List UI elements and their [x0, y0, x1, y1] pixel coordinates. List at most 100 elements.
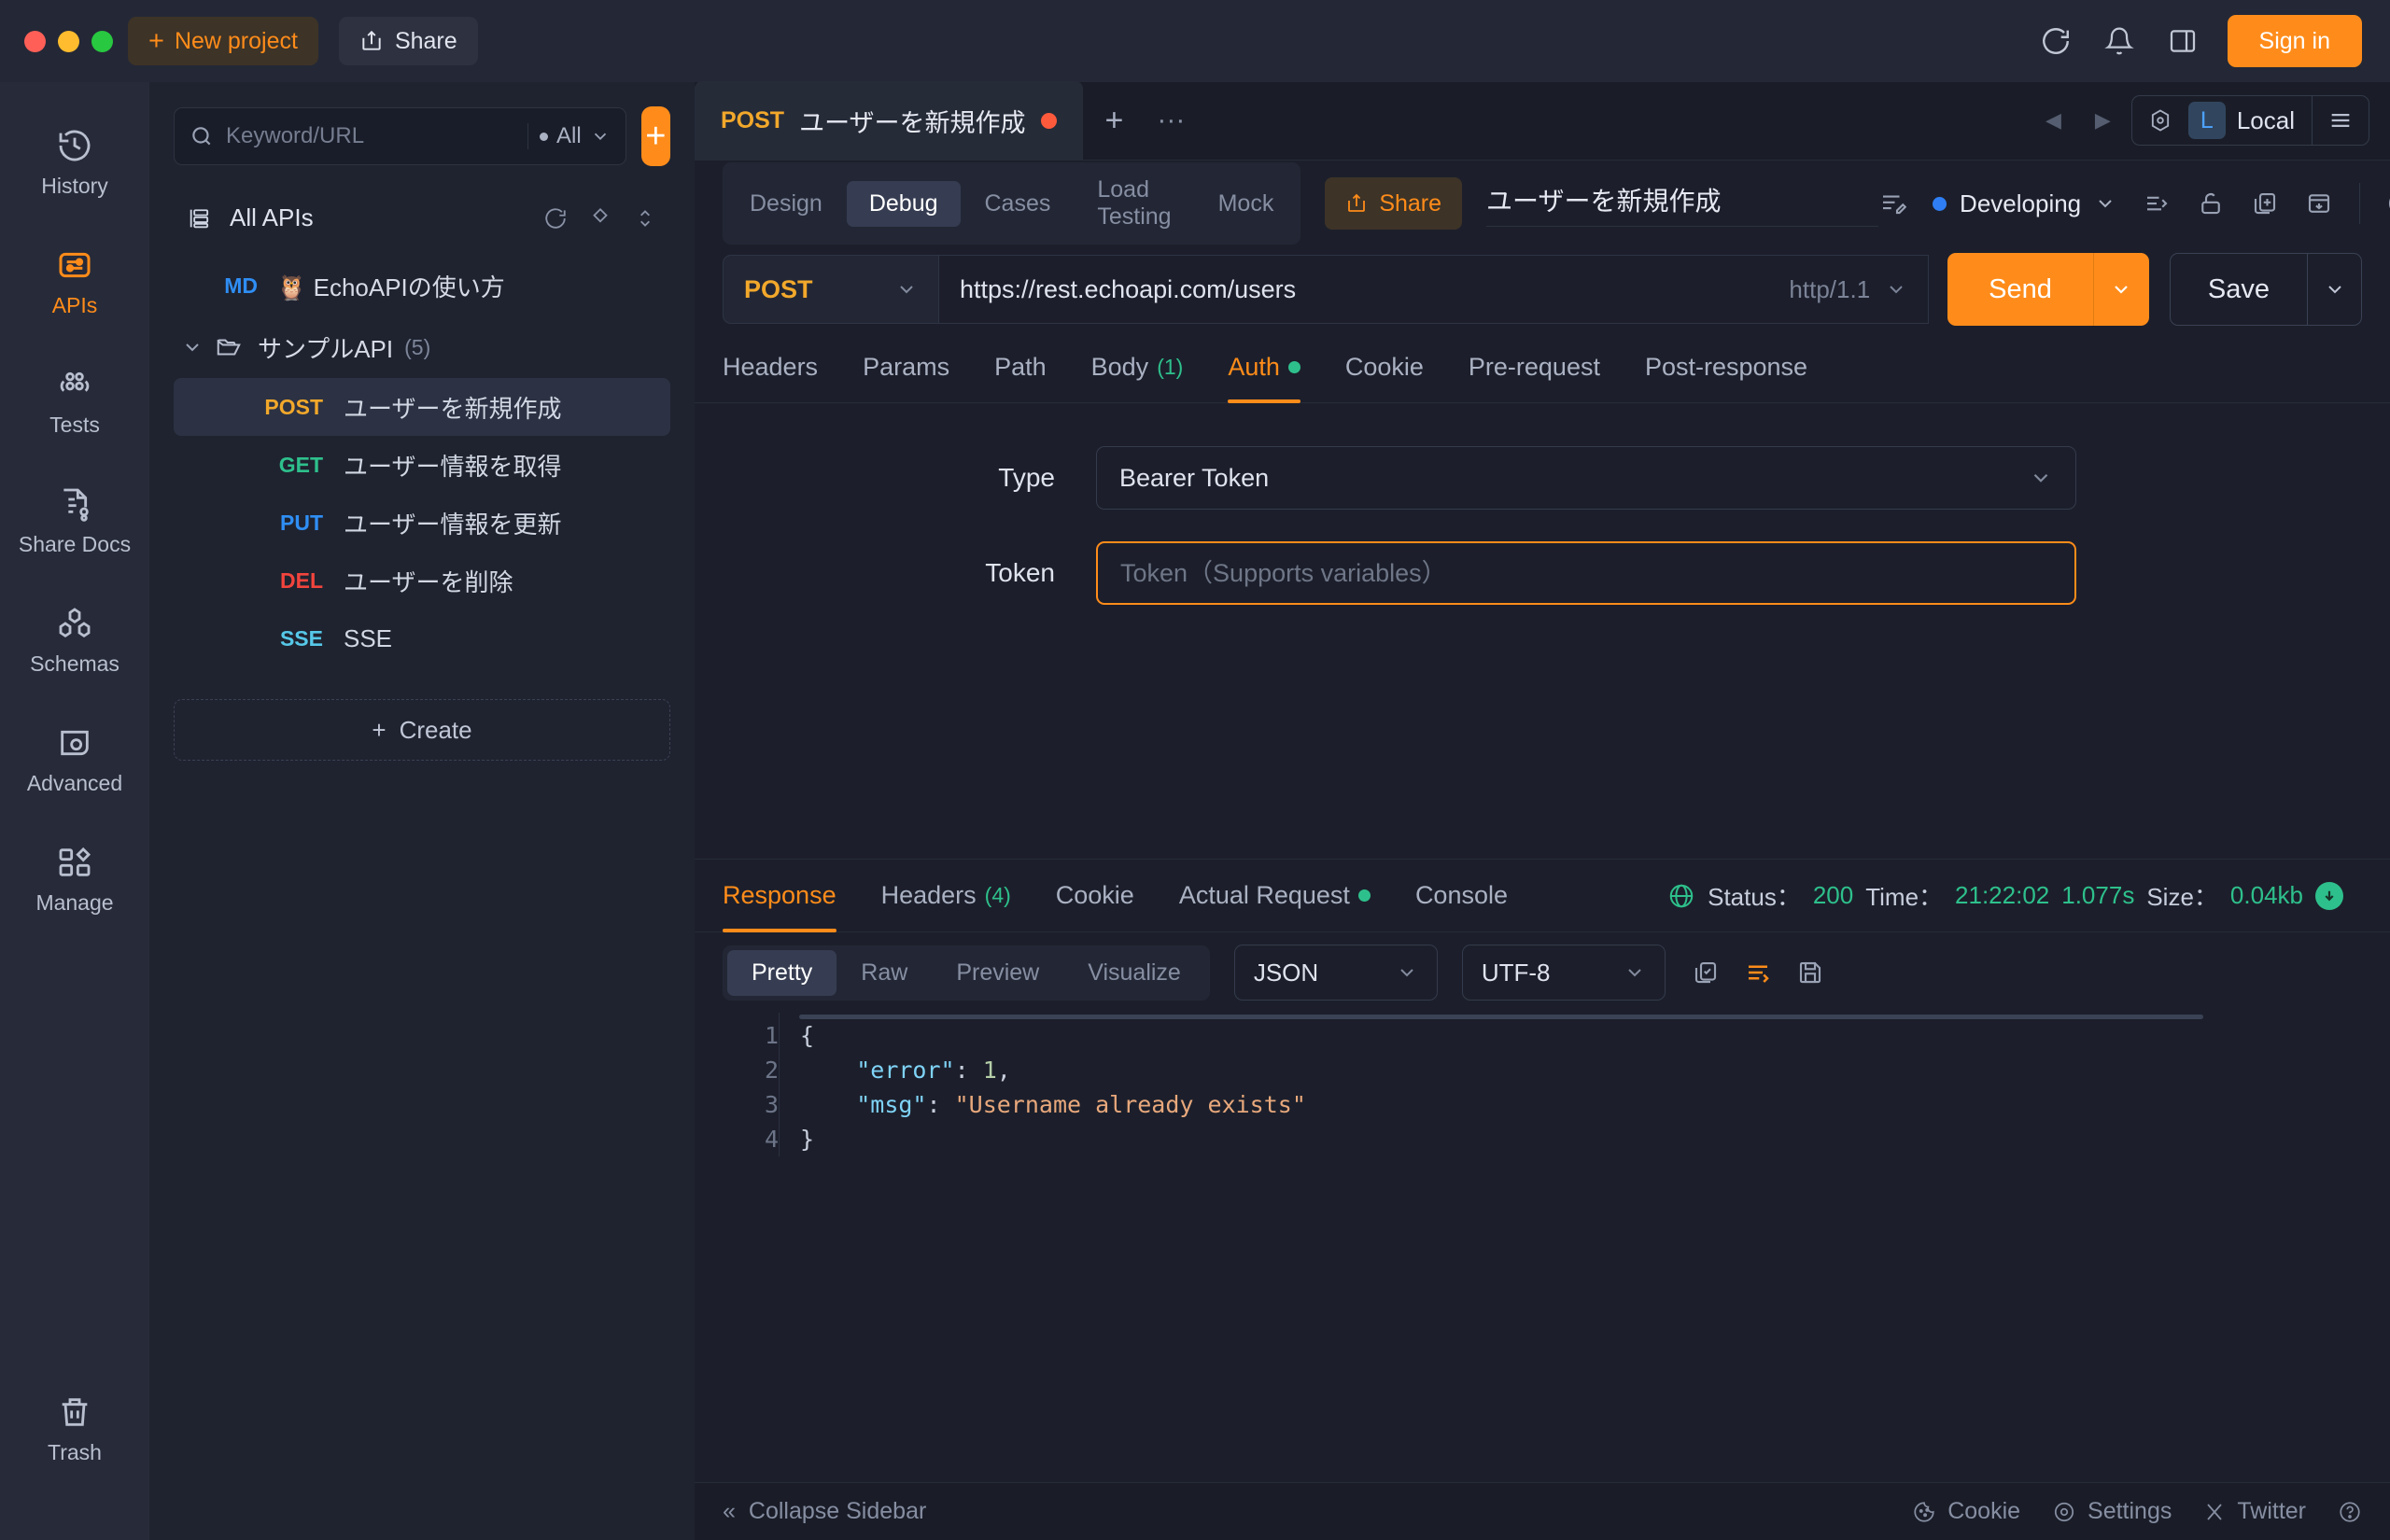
- twitter-button[interactable]: Twitter: [2203, 1498, 2306, 1525]
- lock-icon[interactable]: [2197, 189, 2225, 217]
- api-item-get-user-info[interactable]: GET ユーザー情報を取得: [174, 436, 670, 494]
- horizontal-scrollbar[interactable]: [799, 1015, 2203, 1019]
- tab-console[interactable]: Console: [1415, 860, 1508, 932]
- sidebar-item-manage[interactable]: Manage: [0, 819, 149, 939]
- hamburger-menu-icon[interactable]: [2312, 96, 2369, 145]
- view-raw[interactable]: Raw: [836, 950, 932, 996]
- url-input-wrapper[interactable]: http/1.1: [939, 255, 1930, 324]
- all-apis-row[interactable]: All APIs: [174, 190, 670, 245]
- maximize-window-button[interactable]: [91, 30, 113, 52]
- tab-actual-request[interactable]: Actual Request: [1179, 860, 1371, 932]
- cookie-button[interactable]: Cookie: [1912, 1498, 2020, 1525]
- tab-load-testing[interactable]: Load Testing: [1075, 167, 1193, 240]
- share-button[interactable]: Share: [338, 17, 478, 65]
- tab-label: Pre-request: [1468, 353, 1600, 381]
- sync-icon[interactable]: [2037, 22, 2074, 60]
- http-version-dropdown[interactable]: http/1.1: [1766, 275, 1907, 304]
- api-item-del-delete-user[interactable]: DEL ユーザーを削除: [174, 552, 670, 609]
- refresh-icon[interactable]: [543, 206, 568, 231]
- nav-back-icon[interactable]: ◀: [2032, 108, 2074, 133]
- tab-auth[interactable]: Auth: [1228, 332, 1300, 403]
- auth-token-input[interactable]: [1120, 558, 2052, 588]
- settings-button[interactable]: Settings: [2052, 1498, 2172, 1525]
- tab-post-response[interactable]: Post-response: [1645, 332, 1807, 403]
- chevron-down-icon[interactable]: [181, 336, 205, 358]
- share-api-button[interactable]: Share: [1325, 177, 1463, 230]
- response-format-dropdown[interactable]: JSON: [1233, 945, 1438, 1001]
- sidebar-item-share-docs[interactable]: Share Docs: [0, 461, 149, 581]
- tab-headers[interactable]: Headers: [723, 332, 818, 403]
- copy-icon[interactable]: [1692, 959, 1720, 987]
- tab-params[interactable]: Params: [863, 332, 949, 403]
- sidebar-item-schemas[interactable]: Schemas: [0, 581, 149, 700]
- new-project-button[interactable]: + New project: [128, 17, 318, 65]
- auth-type-dropdown[interactable]: Bearer Token: [1096, 446, 2076, 510]
- sidebar-item-apis[interactable]: APIs: [0, 222, 149, 342]
- create-button[interactable]: + Create: [174, 699, 670, 761]
- sidebar-item-trash[interactable]: Trash: [0, 1369, 149, 1489]
- close-window-button[interactable]: [24, 30, 46, 52]
- tree-item-markdown[interactable]: MD 🦉 EchoAPIの使い方: [174, 255, 670, 316]
- response-encoding-dropdown[interactable]: UTF-8: [1461, 945, 1666, 1001]
- http-method-dropdown[interactable]: POST: [723, 255, 939, 324]
- tab-body[interactable]: Body (1): [1091, 332, 1184, 403]
- search-scope-dropdown[interactable]: All: [527, 123, 611, 149]
- save-button[interactable]: Save: [2169, 253, 2308, 326]
- view-preview[interactable]: Preview: [932, 950, 1063, 996]
- send-options-dropdown[interactable]: [2092, 253, 2149, 326]
- tab-response-cookie[interactable]: Cookie: [1056, 860, 1134, 932]
- tab-debug[interactable]: Debug: [846, 180, 961, 227]
- archive-icon[interactable]: [2305, 189, 2333, 217]
- nav-forward-icon[interactable]: ▶: [2082, 108, 2124, 133]
- api-title-field[interactable]: ユーザーを新規作成: [1486, 181, 1879, 227]
- help-button[interactable]: [2338, 1500, 2362, 1524]
- sidebar-item-advanced[interactable]: Advanced: [0, 700, 149, 819]
- sidebar-item-history[interactable]: History: [0, 103, 149, 222]
- tab-mock[interactable]: Mock: [1196, 181, 1297, 227]
- search-box[interactable]: All: [174, 107, 626, 165]
- sign-in-button[interactable]: Sign in: [2227, 15, 2362, 67]
- add-api-button[interactable]: +: [640, 106, 670, 166]
- view-pretty[interactable]: Pretty: [727, 949, 837, 996]
- environment-selector[interactable]: L Local: [2130, 95, 2369, 146]
- api-status-dropdown[interactable]: Developing: [1933, 189, 2116, 218]
- new-tab-button[interactable]: +: [1083, 81, 1146, 160]
- code-token: 1: [982, 1057, 997, 1084]
- tree-folder-sample-api[interactable]: サンプルAPI (5): [174, 316, 670, 378]
- version-icon[interactable]: [2386, 189, 2390, 218]
- indent-icon[interactable]: [2143, 189, 2171, 217]
- panel-icon[interactable]: [2164, 22, 2201, 60]
- search-input[interactable]: [226, 123, 515, 149]
- save-icon[interactable]: [1796, 959, 1824, 987]
- tab-design[interactable]: Design: [727, 181, 845, 227]
- save-options-dropdown[interactable]: [2308, 253, 2362, 326]
- tab-pre-request[interactable]: Pre-request: [1469, 332, 1600, 403]
- view-visualize[interactable]: Visualize: [1063, 950, 1205, 996]
- url-input[interactable]: [960, 274, 1767, 304]
- filter-icon[interactable]: [588, 206, 612, 231]
- download-icon[interactable]: [2315, 881, 2343, 910]
- tab-cookie[interactable]: Cookie: [1345, 332, 1424, 403]
- bell-icon[interactable]: [2101, 22, 2138, 60]
- duplicate-icon[interactable]: [2251, 189, 2279, 217]
- code-content[interactable]: { "error": 1, "msg": "Username already e…: [779, 1013, 2390, 1156]
- format-icon[interactable]: [1744, 959, 1772, 987]
- open-tab-create-user[interactable]: POST ユーザーを新規作成: [695, 81, 1083, 160]
- tab-response-headers[interactable]: Headers (4): [881, 860, 1011, 932]
- api-item-sse[interactable]: SSE SSE: [174, 609, 670, 667]
- environment-gear-icon[interactable]: [2132, 107, 2188, 133]
- collapse-sidebar-button[interactable]: « Collapse Sidebar: [723, 1498, 926, 1525]
- api-item-put-update-user[interactable]: PUT ユーザー情報を更新: [174, 494, 670, 552]
- tab-cases[interactable]: Cases: [963, 181, 1074, 227]
- tab-more-button[interactable]: ···: [1146, 81, 1196, 160]
- edit-description-icon[interactable]: [1878, 189, 1907, 217]
- sort-icon[interactable]: [633, 206, 657, 231]
- tab-response[interactable]: Response: [723, 860, 836, 932]
- tab-path[interactable]: Path: [994, 332, 1047, 403]
- api-item-post-create-user[interactable]: POST ユーザーを新規作成: [174, 378, 670, 436]
- sidebar-item-tests[interactable]: Tests: [0, 342, 149, 461]
- auth-token-input-wrapper[interactable]: [1096, 541, 2076, 605]
- send-button[interactable]: Send: [1947, 253, 2093, 326]
- minimize-window-button[interactable]: [58, 30, 79, 52]
- response-body-viewer[interactable]: 1 2 3 4 { "error": 1, "msg": "Username a…: [695, 1013, 2390, 1156]
